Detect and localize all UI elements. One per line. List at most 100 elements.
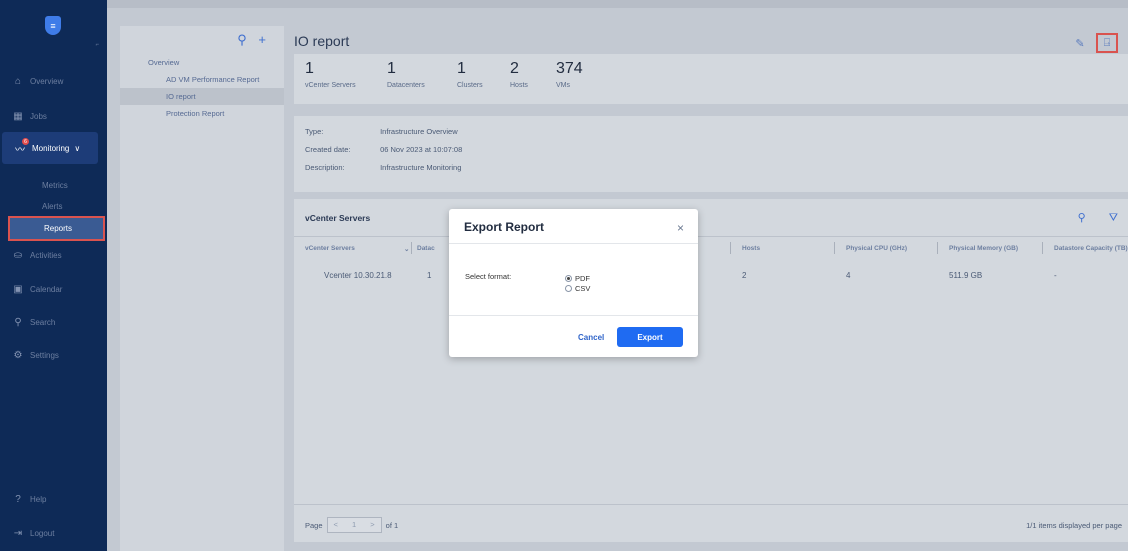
vcenter-servers-table-card: vCenter Servers ⚲ ⛛ vCenter Servers ⌄ Da… (294, 199, 1128, 542)
search-icon: ⚲ (14, 316, 22, 328)
select-format-label: Select format: (465, 272, 512, 281)
export-button[interactable]: Export (617, 327, 683, 347)
sidebar-item-label: Settings (30, 350, 59, 360)
table-search-filter-icons[interactable]: ⚲ ⛛ (1078, 211, 1128, 225)
next-page-icon[interactable]: > (370, 520, 374, 529)
search-add-icons[interactable]: ⚲ + (237, 32, 270, 48)
divider (449, 315, 698, 316)
sidebar-item-calendar[interactable]: ▣ Calendar (0, 277, 107, 301)
sidebar-item-label: Search (30, 317, 56, 327)
sidebar-item-label: Overview (30, 76, 64, 86)
stat-value: 1 (457, 60, 466, 77)
page-count: of 1 (385, 520, 399, 530)
table-title: vCenter Servers (305, 213, 371, 223)
page-title: IO report (294, 33, 350, 49)
column-header-datacenters[interactable]: Datac (417, 245, 435, 252)
sidebar-subitem-reports[interactable]: Reports (8, 216, 105, 241)
cell-hosts: 2 (742, 271, 747, 280)
divider (294, 236, 1128, 237)
format-option-pdf[interactable]: PDF (565, 274, 590, 283)
column-header-vcenter-servers[interactable]: vCenter Servers (305, 245, 355, 252)
page-input[interactable]: < 1 > (326, 517, 382, 533)
sidebar-header: ≡ ⌐ (0, 0, 107, 55)
collapse-sidebar-icon[interactable]: ⌐ (95, 42, 99, 48)
divider (449, 243, 698, 244)
report-list-panel: ⚲ + Overview AD VM Performance Report IO… (120, 26, 284, 551)
page-number: 1 (352, 520, 357, 529)
column-header-hosts[interactable]: Hosts (742, 245, 760, 252)
notification-badge: 6 (22, 138, 29, 145)
sidebar-item-logout[interactable]: ⇥ Logout (0, 521, 107, 545)
edit-icon[interactable]: ✎ (1073, 36, 1087, 50)
cell-datacenters: 1 (427, 271, 432, 280)
stat-label: Datacenters (387, 82, 425, 89)
report-item-ad-vm-performance[interactable]: AD VM Performance Report (120, 71, 284, 88)
stat-label: vCenter Servers (305, 82, 356, 89)
close-icon[interactable]: × (677, 221, 684, 235)
cell-physical-memory: 511.9 GB (949, 271, 983, 280)
sidebar-item-label: Calendar (30, 284, 63, 294)
cell-physical-cpu: 4 (846, 271, 851, 280)
radio-button[interactable] (565, 275, 572, 282)
report-item-protection-report[interactable]: Protection Report (120, 105, 284, 122)
stat-datacenters: 1 Datacenters (387, 60, 425, 89)
stat-clusters: 1 Clusters (457, 60, 483, 89)
format-option-csv[interactable]: CSV (565, 284, 590, 293)
calendar-icon: ▣ (13, 283, 23, 295)
cell-datastore-capacity: - (1054, 271, 1057, 280)
prev-page-icon[interactable]: < (334, 520, 338, 529)
logout-icon: ⇥ (13, 527, 23, 539)
stat-value: 1 (387, 60, 396, 77)
activities-icon: ⛀ (13, 249, 23, 261)
sidebar-item-help[interactable]: ? Help (0, 487, 107, 511)
grid-icon: ▦ (13, 110, 23, 122)
sidebar-subitem-metrics[interactable]: Metrics (0, 174, 107, 196)
stat-label: VMs (556, 82, 570, 89)
chevron-down-icon: ∨ (74, 143, 81, 153)
stat-vcenter-servers: 1 vCenter Servers (305, 60, 356, 89)
sidebar-subitem-alerts[interactable]: Alerts (0, 195, 107, 217)
export-icon[interactable]: ⍈ (1096, 33, 1118, 53)
app-logo[interactable]: ≡ (45, 16, 61, 35)
column-header-physical-memory[interactable]: Physical Memory (GB) (949, 245, 1018, 252)
info-label: Created date: (305, 145, 351, 154)
radio-button[interactable] (565, 285, 572, 292)
sort-icon[interactable]: ⌄ (404, 245, 409, 253)
report-item-io-report[interactable]: IO report (120, 88, 284, 105)
info-value: Infrastructure Overview (380, 127, 458, 136)
sidebar-item-label: Jobs (30, 111, 47, 121)
column-separator (730, 242, 731, 254)
items-per-page-info: 1/1 items displayed per page (1026, 521, 1122, 530)
pagination: Page < 1 > of 1 (305, 517, 398, 533)
sidebar-item-label: Logout (30, 528, 55, 538)
info-value: 06 Nov 2023 at 10:07:08 (380, 145, 463, 154)
column-header-physical-cpu[interactable]: Physical CPU (GHz) (846, 245, 907, 252)
sidebar-item-overview[interactable]: ⌂ Overview (0, 69, 107, 93)
divider (294, 504, 1128, 505)
report-info-card: Type: Infrastructure Overview Created da… (294, 116, 1128, 192)
sidebar-item-jobs[interactable]: ▦ Jobs (0, 104, 107, 128)
info-created-date: Created date: 06 Nov 2023 at 10:07:08 (305, 145, 462, 154)
stat-value: 374 (556, 60, 583, 77)
sidebar-item-activities[interactable]: ⛀ Activities (0, 243, 107, 267)
stat-label: Clusters (457, 82, 483, 89)
home-icon: ⌂ (14, 75, 22, 87)
sidebar-item-settings[interactable]: ⚙ Settings (0, 343, 107, 367)
sidebar: ≡ ⌐ ⌂ Overview ▦ Jobs 〰 6 Monitoring ∨ M… (0, 0, 107, 551)
option-label: CSV (575, 284, 591, 293)
report-list-header: ⚲ + (120, 26, 284, 54)
column-header-datastore-capacity[interactable]: Datastore Capacity (TB) (1054, 245, 1128, 252)
info-type: Type: Infrastructure Overview (305, 127, 458, 136)
info-label: Description: (305, 163, 345, 172)
column-separator (937, 242, 938, 254)
sidebar-item-search[interactable]: ⚲ Search (0, 310, 107, 334)
report-group-overview[interactable]: Overview (120, 54, 284, 71)
sidebar-item-monitoring[interactable]: 〰 6 Monitoring ∨ (2, 132, 98, 164)
sidebar-item-label: Activities (30, 250, 62, 260)
info-value: Infrastructure Monitoring (380, 163, 462, 172)
info-description: Description: Infrastructure Monitoring (305, 163, 461, 172)
export-report-dialog: Export Report × Select format: PDF CSV C… (449, 209, 698, 357)
column-separator (834, 242, 835, 254)
column-separator (411, 242, 412, 254)
cancel-button[interactable]: Cancel (578, 333, 604, 342)
